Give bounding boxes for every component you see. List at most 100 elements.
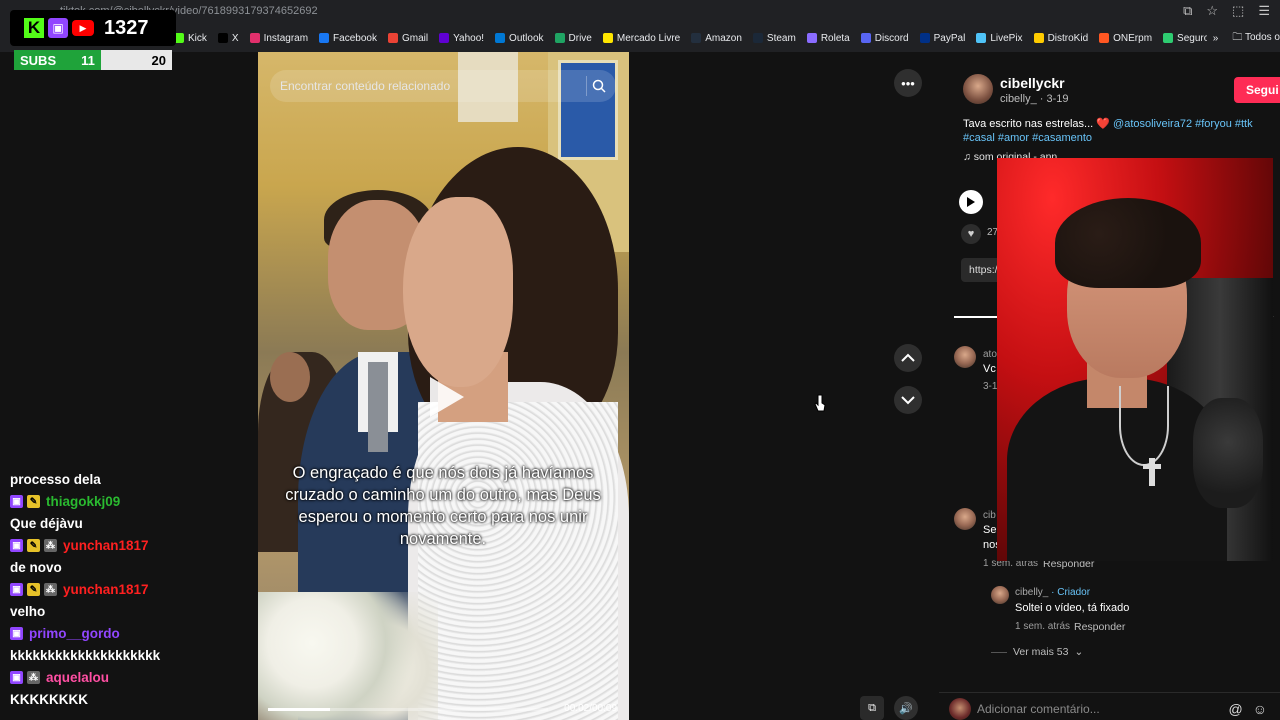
bookmark-label: Discord (874, 32, 909, 44)
video-player[interactable]: O engraçado é que nós dois já havíamos c… (258, 52, 629, 720)
bookmark-item[interactable]: Yahoo! (439, 33, 484, 44)
bookmark-item[interactable]: Steam (752, 33, 796, 44)
comments-tab-indicator (954, 316, 1002, 318)
related-search-bar[interactable] (270, 70, 616, 102)
streamer-hair (1055, 198, 1201, 288)
chat-message: KKKKKKKK (10, 691, 88, 707)
related-search-input[interactable] (280, 79, 586, 93)
bookmark-item[interactable]: Roleta (806, 33, 850, 44)
reply-reply-button[interactable]: Responder (1074, 621, 1125, 633)
browser-address-bar: tiktok.com/@cibellyckr/video/76189931793… (0, 0, 1280, 24)
twitch-badge-icon: ▣ (10, 670, 23, 684)
mention-icon[interactable]: @ (1228, 701, 1242, 717)
bookmark-item[interactable]: Instagram (249, 33, 308, 44)
bookmark-item[interactable]: ONErpm (1099, 33, 1152, 44)
like-button[interactable]: ♥ (961, 224, 981, 244)
video-time: 00:02/00:09 (564, 703, 617, 714)
emoji-icon[interactable]: ☺ (1253, 701, 1267, 717)
chat-user-line: ▣ primo__gordo (10, 622, 250, 644)
twitch-badge-icon: ▣ (10, 538, 23, 552)
video-caption: O engraçado é que nós dois já havíamos c… (285, 464, 601, 548)
bookmark-item[interactable]: DistroKid (1033, 33, 1088, 44)
comment-user[interactable]: ato (983, 349, 997, 360)
gold-badge-icon: ✎ (27, 494, 40, 508)
twitch-icon: ▣ (48, 18, 68, 38)
bookmark-item[interactable]: LivePix (976, 33, 1023, 44)
subs-goal-remaining: 20 (100, 50, 172, 70)
comment-input[interactable] (977, 702, 1215, 716)
bookmark-favicon-icon (249, 33, 260, 43)
bookmark-item[interactable]: Gmail (387, 32, 429, 44)
reply-avatar[interactable] (991, 586, 1009, 604)
author-avatar[interactable] (963, 74, 993, 104)
bookmarks-list: Kick X Instagram Facebook Gmail Yahoo! Outlook… (0, 33, 1220, 44)
pip-button[interactable]: ⧉ (860, 696, 884, 720)
add-comment-field[interactable]: @ ☺ (977, 697, 1267, 720)
bookmark-label: X (231, 32, 239, 44)
view-more-replies[interactable]: Ver mais 53 ⌄ (991, 646, 1083, 658)
cross-pendant-icon (1149, 458, 1155, 486)
cross-pendant-bar (1143, 464, 1161, 469)
author-name[interactable]: cibellyckr (1000, 75, 1065, 91)
chat-message: velho (10, 603, 46, 619)
post-text: Tava escrito nas estrelas... ❤️ (963, 118, 1114, 130)
bookmark-item[interactable]: X (217, 32, 239, 44)
stream-chat: processo dela ▣ ✎ thiagokkj09 Que déjàvu ▣ ✎ ⁂ y… (10, 468, 250, 710)
install-icon[interactable]: ⧉ (1183, 3, 1192, 19)
chat-username: thiagokkj09 (46, 493, 121, 509)
menu-icon[interactable]: ☰ (1258, 3, 1270, 19)
comment-user[interactable]: cib (983, 510, 996, 521)
bookmark-item[interactable]: PayPal (919, 33, 965, 44)
bookmark-item[interactable]: Outlook (495, 33, 544, 44)
bookmark-item[interactable]: Kick (174, 33, 207, 44)
chevron-down-icon: ⌄ (1074, 646, 1084, 658)
extensions-icon[interactable]: ⬚ (1232, 3, 1244, 19)
previous-video-button[interactable] (894, 344, 922, 372)
gray-badge-icon: ⁂ (44, 538, 57, 552)
bookmark-favicon-icon (602, 33, 613, 43)
bookmark-favicon-icon (691, 33, 702, 43)
bookmark-favicon-icon (1033, 33, 1044, 43)
bookmark-label: Drive (568, 32, 592, 44)
bookmarks-overflow-icon[interactable]: » (1213, 33, 1219, 44)
reply-user[interactable]: cibelly_ · Criador (1015, 587, 1090, 598)
bookmark-favicon-icon (976, 33, 987, 43)
bookmark-label: Seguro (1177, 32, 1210, 44)
star-icon[interactable]: ☆ (1206, 3, 1218, 19)
subs-current: 11 (81, 52, 95, 68)
gray-badge-icon: ⁂ (27, 670, 40, 684)
comment-text: Se (983, 524, 997, 536)
more-options-button[interactable]: ••• (894, 69, 922, 97)
play-icon[interactable] (426, 374, 466, 420)
music-play-button[interactable] (959, 190, 983, 214)
bookmark-item[interactable]: Drive (554, 32, 592, 44)
chevron-down-icon (901, 396, 915, 405)
video-progress-fill (268, 708, 330, 711)
bookmark-item[interactable]: Amazon (691, 33, 742, 44)
bookmark-item[interactable]: Seguro (1163, 33, 1209, 44)
chevron-up-icon (901, 353, 915, 362)
twitch-badge-icon: ▣ (10, 582, 23, 596)
chat-message: de novo (10, 559, 62, 575)
gray-badge-icon: ⁂ (44, 582, 57, 596)
search-icon[interactable] (586, 76, 606, 96)
bookmark-label: Gmail (401, 32, 429, 44)
bookmarks-right: » 🗀 Todos o (1206, 24, 1280, 52)
video-progress-bar[interactable] (268, 708, 548, 711)
all-bookmarks[interactable]: 🗀 Todos o (1232, 30, 1280, 47)
bookmark-item[interactable]: Facebook (319, 33, 377, 44)
chat-message: processo dela (10, 471, 101, 487)
volume-button[interactable]: 🔊 (894, 696, 918, 720)
bookmark-favicon-icon (919, 33, 930, 43)
musician-head (270, 352, 310, 402)
chat-username: yunchan1817 (63, 581, 149, 597)
bookmark-item[interactable]: Mercado Livre (602, 33, 680, 44)
divider (991, 651, 1007, 653)
bookmark-label: Kick (188, 32, 207, 44)
chat-username: aquelalou (46, 669, 110, 685)
comment-avatar[interactable] (954, 346, 976, 368)
bookmark-item[interactable]: Discord (860, 32, 909, 44)
follow-button[interactable]: Segui (1234, 77, 1280, 103)
comment-avatar[interactable] (954, 508, 976, 530)
next-video-button[interactable] (894, 386, 922, 414)
